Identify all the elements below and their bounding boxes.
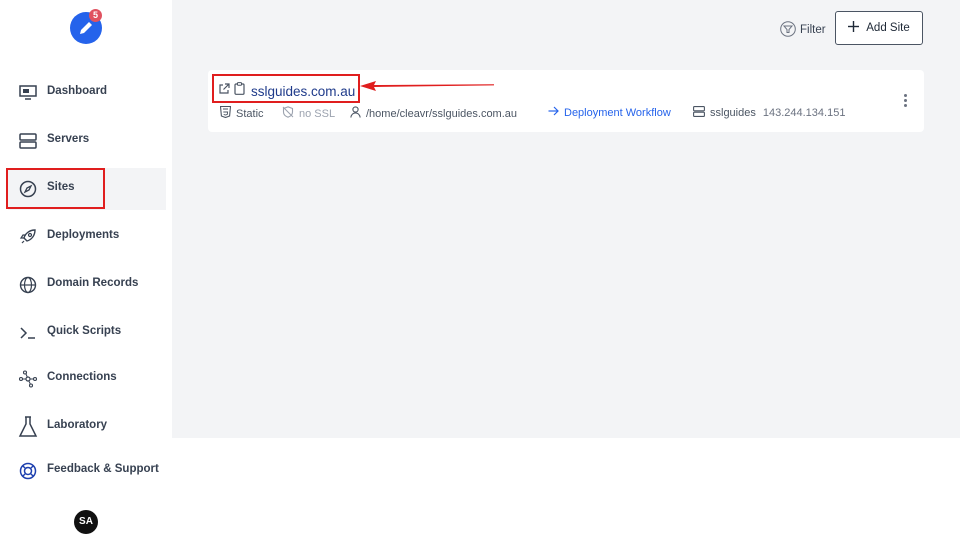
filter-label: Filter: [800, 24, 826, 36]
site-name-highlight-box: [212, 74, 360, 103]
sidebar-item-laboratory[interactable]: Laboratory: [8, 406, 166, 448]
lifebuoy-icon: [18, 461, 38, 481]
site-server: sslguides 143.244.134.151: [693, 106, 845, 120]
filter-icon: [780, 20, 796, 40]
server-ip-label: 143.244.134.151: [762, 107, 846, 119]
ssl-status-label: no SSL: [299, 107, 336, 120]
pencil-logo-icon: [80, 22, 92, 34]
deployment-workflow-link[interactable]: Deployment Workflow: [548, 106, 671, 119]
sidebar-item-label: Dashboard: [47, 85, 108, 97]
server-icon: [18, 131, 38, 151]
sidebar-item-servers[interactable]: Servers: [8, 120, 166, 162]
globe-icon: [18, 275, 38, 295]
sidebar-item-deployments[interactable]: Deployments: [8, 216, 166, 258]
sidebar-item-quick-scripts[interactable]: Quick Scripts: [8, 312, 166, 354]
add-site-label: Add Site: [866, 22, 910, 34]
server-name-label: sslguides: [710, 107, 756, 119]
annotation-arrow-icon: [360, 81, 494, 91]
deployment-workflow-label: Deployment Workflow: [564, 106, 671, 119]
site-path-label: /home/cleavr/sslguides.com.au: [366, 107, 518, 120]
sidebar-item-label: Connections: [47, 371, 117, 383]
site-type-label: Static: [236, 107, 264, 120]
user-avatar[interactable]: SA: [74, 510, 98, 534]
sidebar-item-label: Servers: [47, 133, 90, 145]
sites-highlight-box: [6, 168, 105, 209]
sidebar: 5 Dashboard Servers Sites Deployments Do…: [0, 0, 172, 551]
sidebar-item-feedback-support[interactable]: Feedback & Support: [8, 450, 166, 492]
flask-icon: [18, 416, 38, 437]
notification-badge: 5: [89, 9, 102, 22]
user-icon: [350, 106, 361, 121]
sidebar-item-dashboard[interactable]: Dashboard: [8, 72, 166, 114]
main-content: Filter Add Site sslguides.com.au Static: [172, 0, 960, 438]
sidebar-item-label: Domain Records: [47, 277, 139, 289]
monitor-icon: [18, 83, 38, 103]
html5-icon: [219, 105, 232, 121]
arrow-right-icon: [548, 106, 559, 119]
sidebar-item-label: Laboratory: [47, 419, 108, 431]
sidebar-item-domain-records[interactable]: Domain Records: [8, 264, 166, 306]
network-icon: [18, 369, 38, 389]
sidebar-item-label: Feedback & Support: [47, 463, 159, 475]
sidebar-item-label: Quick Scripts: [47, 325, 122, 337]
terminal-icon: [18, 323, 38, 343]
site-type: Static: [219, 105, 264, 121]
server-icon: [693, 106, 705, 120]
sidebar-item-connections[interactable]: Connections: [8, 358, 166, 400]
ssl-status: no SSL: [282, 106, 335, 121]
rocket-icon: [18, 227, 38, 247]
app-logo[interactable]: 5: [70, 9, 102, 44]
sidebar-item-label: Deployments: [47, 229, 120, 241]
add-site-button[interactable]: Add Site: [835, 11, 923, 45]
filter-button[interactable]: Filter: [780, 20, 826, 40]
plus-icon: [848, 21, 860, 35]
site-path: /home/cleavr/sslguides.com.au: [350, 106, 517, 121]
site-options-menu-icon[interactable]: [904, 94, 908, 109]
shield-off-icon: [282, 106, 294, 121]
